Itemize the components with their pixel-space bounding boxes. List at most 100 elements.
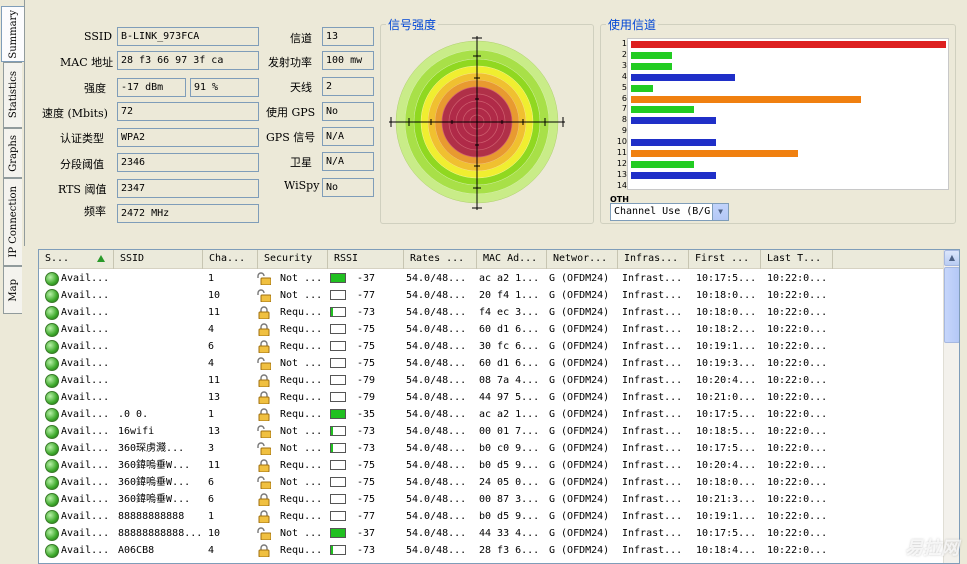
table-row[interactable]: Avail... 11 Requ... -73 54.0/48... f4 ec 3...…	[39, 304, 944, 321]
col-infrastructure[interactable]: Infras...	[618, 250, 689, 269]
table-row[interactable]: Avail... 16wifi 13 Not ... -73 54.0/48... 00 0…	[39, 423, 944, 440]
channel-tick-label: 8	[621, 115, 627, 125]
security-cell: Requ...	[280, 324, 323, 335]
table-row[interactable]: Avail... 360鍏嗚垂W... 11 Requ... -75 54.0/48...…	[39, 457, 944, 474]
tab-summary[interactable]: Summary	[1, 6, 24, 62]
channel-tick-label: 5	[621, 82, 627, 92]
table-row[interactable]: Avail... 88888888888 1 Requ... -77 54.0/48...…	[39, 508, 944, 525]
table-row[interactable]: Avail... 4 Not ... -75 54.0/48... 60 d1 6... G…	[39, 355, 944, 372]
rts-label: RTS 阈值	[58, 183, 107, 196]
tab-statistics-label: Statistics	[7, 71, 19, 119]
mac-cell: 08 7a 4...	[479, 375, 540, 386]
ssid-cell: 360琛虏濺...	[118, 443, 185, 454]
rssi-meter-fill	[331, 427, 333, 435]
ssid-cell: 88888888888	[118, 511, 185, 522]
rssi-meter-fill	[331, 410, 345, 418]
status-dot-icon	[45, 476, 59, 490]
col-channel[interactable]: Cha...	[203, 250, 258, 269]
table-row[interactable]: Avail... 360鍏嗚垂W... 6 Not ... -75 54.0/48... 2…	[39, 474, 944, 491]
rssi-cell: -73	[357, 307, 376, 318]
col-rssi[interactable]: RSSI	[328, 250, 404, 269]
network-cell: G (OFDM24)	[549, 358, 610, 369]
infrastructure-cell: Infrast...	[622, 375, 683, 386]
tab-map[interactable]: Map	[3, 266, 22, 314]
lock-icon	[258, 408, 270, 421]
tab-graphs-label: Graphs	[7, 134, 19, 172]
freq-label: 频率	[84, 205, 106, 218]
chevron-down-icon[interactable]: ▼	[712, 204, 728, 220]
rssi-meter	[330, 341, 346, 351]
watermark-logo: 易拉网	[905, 538, 959, 559]
network-cell: G (OFDM24)	[549, 426, 610, 437]
table-row[interactable]: Avail... .0 0. 1 Requ... -35 54.0/48... ac a2 …	[39, 406, 944, 423]
mac-cell: ac a2 1...	[479, 409, 540, 420]
channel-cell: 4	[208, 358, 215, 369]
table-row[interactable]: Avail... 4 Requ... -75 54.0/48... 60 d1 6... G…	[39, 321, 944, 338]
infrastructure-cell: Infrast...	[622, 358, 683, 369]
auth-field: WPA2	[117, 128, 259, 147]
security-cell: Requ...	[280, 375, 323, 386]
rssi-cell: -79	[357, 392, 376, 403]
col-first-seen[interactable]: First ...	[689, 250, 761, 269]
table-row[interactable]: Avail... 13 Requ... -79 54.0/48... 44 97 5...…	[39, 389, 944, 406]
infrastructure-cell: Infrast...	[622, 494, 683, 505]
rssi-meter	[330, 324, 346, 334]
rssi-meter-fill	[331, 529, 345, 537]
col-ssid[interactable]: SSID	[114, 250, 203, 269]
table-row[interactable]: Avail... 88888888888... 10 Not ... -37 54.0/4…	[39, 525, 944, 542]
table-row[interactable]: Avail... 10 Not ... -77 54.0/48... 20 f4 1...…	[39, 287, 944, 304]
channel-bar	[631, 41, 946, 48]
status-dot-icon	[45, 408, 59, 422]
ssid-cell: .0 0.	[118, 409, 149, 420]
col-security[interactable]: Security	[258, 250, 328, 269]
tab-ip-connection[interactable]: IP Connection	[3, 178, 22, 266]
table-row[interactable]: Avail... 360鍏嗚垂W... 6 Requ... -75 54.0/48... 0…	[39, 491, 944, 508]
frag-label: 分段阈值	[60, 158, 104, 171]
scroll-up-icon[interactable]: ▲	[944, 250, 959, 266]
table-row[interactable]: Avail... 6 Requ... -75 54.0/48... 30 fc 6... G…	[39, 338, 944, 355]
scroll-thumb[interactable]	[944, 267, 959, 343]
rssi-cell: -75	[357, 324, 376, 335]
security-cell: Requ...	[280, 392, 323, 403]
table-scrollbar[interactable]: ▲	[943, 250, 959, 563]
col-rates[interactable]: Rates ...	[404, 250, 477, 269]
channel-cell: 11	[208, 307, 221, 318]
channel-label: 信道	[290, 32, 312, 45]
infrastructure-cell: Infrast...	[622, 273, 683, 284]
network-cell: G (OFDM24)	[549, 290, 610, 301]
gps-signal-label: GPS 信号	[266, 131, 316, 144]
status-cell: Avail...	[61, 392, 110, 403]
table-row[interactable]: Avail... 11 Requ... -79 54.0/48... 08 7a 4...…	[39, 372, 944, 389]
table-row[interactable]: Avail... A06CB8 4 Requ... -73 54.0/48... 28 f3…	[39, 542, 944, 559]
channel-cell: 6	[208, 494, 215, 505]
freq-field: 2472 MHz	[117, 204, 259, 223]
mac-field: 28 f3 66 97 3f ca	[117, 51, 259, 70]
channel-use-select[interactable]: Channel Use (B/G ▼	[610, 203, 729, 221]
last-seen-cell: 10:22:0...	[767, 477, 828, 488]
network-cell: G (OFDM24)	[549, 324, 610, 335]
channel-bar	[631, 62, 672, 70]
rssi-meter	[330, 545, 346, 555]
mac-cell: b0 c0 9...	[479, 443, 540, 454]
mac-cell: 00 01 7...	[479, 426, 540, 437]
col-network[interactable]: Networ...	[547, 250, 618, 269]
tab-graphs[interactable]: Graphs	[3, 128, 22, 178]
col-last-seen[interactable]: Last T...	[761, 250, 833, 269]
ssid-field: B-LINK_973FCA	[117, 27, 259, 46]
channel-bar	[631, 150, 798, 157]
col-mac[interactable]: MAC Ad...	[477, 250, 547, 269]
rates-cell: 54.0/48...	[406, 392, 467, 403]
unlock-icon	[257, 527, 271, 540]
rssi-cell: -37	[357, 273, 376, 284]
rssi-cell: -77	[357, 511, 376, 522]
channel-cell: 13	[208, 426, 221, 437]
rssi-meter	[330, 494, 346, 504]
channel-cell: 1	[208, 409, 215, 420]
channel-bar	[631, 139, 716, 147]
status-cell: Avail...	[61, 460, 110, 471]
tab-statistics[interactable]: Statistics	[3, 62, 22, 128]
tab-summary-label: Summary	[7, 9, 19, 59]
table-row[interactable]: Avail... 1 Not ... -37 54.0/48... ac a2 1... G…	[39, 270, 944, 287]
table-row[interactable]: Avail... 360琛虏濺... 3 Not ... -73 54.0/48... b0…	[39, 440, 944, 457]
first-seen-cell: 10:18:2...	[696, 324, 757, 335]
